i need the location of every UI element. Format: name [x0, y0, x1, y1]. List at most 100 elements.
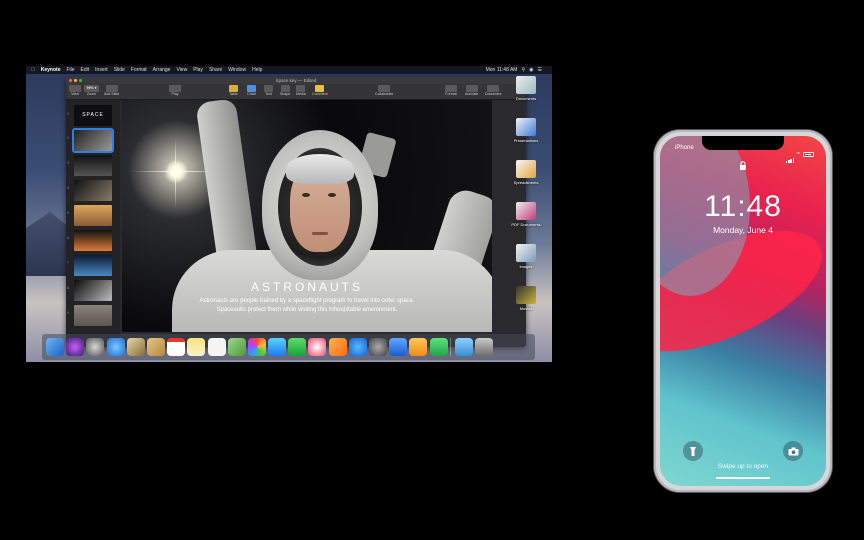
- images-icon: [516, 244, 536, 262]
- images-stack[interactable]: Images: [506, 244, 546, 269]
- eye: [302, 193, 310, 197]
- safari-icon[interactable]: [106, 338, 125, 356]
- slide-thumbnail[interactable]: SPACE: [74, 105, 112, 126]
- notification-center-icon[interactable]: ☰: [538, 66, 542, 74]
- menu-view[interactable]: View: [176, 66, 187, 74]
- slide-thumbnail[interactable]: [74, 230, 112, 251]
- menu-share[interactable]: Share: [209, 66, 222, 74]
- numbers-icon[interactable]: [429, 338, 448, 356]
- slide-thumbnail[interactable]: [74, 205, 112, 226]
- slide-body-text[interactable]: Astronauts are people trained by a space…: [122, 297, 492, 315]
- menu-help[interactable]: Help: [252, 66, 262, 74]
- menu-app-name[interactable]: Keynote: [41, 66, 61, 74]
- slide-canvas[interactable]: ASTRONAUTS Astronauts are people trained…: [122, 100, 492, 332]
- menu-clock[interactable]: Mon 11:48 AM: [486, 66, 518, 74]
- home-indicator[interactable]: [716, 477, 770, 479]
- pdf-documents-stack[interactable]: PDF Documents: [506, 202, 546, 227]
- siri-icon[interactable]: ◉: [529, 66, 533, 74]
- slide-number: 6: [67, 236, 69, 240]
- photos-icon[interactable]: [247, 338, 266, 356]
- format-button[interactable]: Format: [445, 85, 457, 97]
- books-icon[interactable]: [328, 338, 347, 356]
- view-button[interactable]: View: [69, 85, 81, 97]
- play-button[interactable]: Play: [169, 85, 181, 97]
- zoom-button-menu[interactable]: 99% ▾ Zoom: [84, 85, 99, 97]
- slide-thumbnail[interactable]: [74, 180, 112, 201]
- menu-insert[interactable]: Insert: [95, 66, 108, 74]
- collaborate-button[interactable]: Collaborate: [375, 85, 393, 97]
- title-bar: Space.key — Edited: [66, 77, 526, 84]
- menu-bar:  Keynote File Edit Insert Slide Format …: [26, 66, 552, 74]
- add-slide-button[interactable]: Add Slide: [104, 85, 119, 97]
- notes-icon[interactable]: [187, 338, 206, 356]
- mail-icon[interactable]: [126, 338, 145, 356]
- finder-icon[interactable]: [46, 338, 64, 356]
- menu-arrange[interactable]: Arrange: [153, 66, 171, 74]
- movies-stack[interactable]: Movies: [506, 286, 546, 311]
- shape-button[interactable]: Shape: [280, 85, 290, 97]
- flashlight-button[interactable]: [683, 441, 703, 461]
- menu-format[interactable]: Format: [131, 66, 147, 74]
- menu-file[interactable]: File: [66, 66, 74, 74]
- slide-number: 3: [67, 161, 69, 165]
- text-button[interactable]: Text: [264, 85, 273, 97]
- menu-play[interactable]: Play: [193, 66, 203, 74]
- spreadsheets-stack[interactable]: Spreadsheets: [506, 160, 546, 185]
- lock-time: 11:48: [704, 190, 782, 223]
- documents-stack[interactable]: Documents: [506, 76, 546, 101]
- slide-thumbnail[interactable]: [74, 155, 112, 176]
- slide-thumbnail[interactable]: [74, 305, 112, 326]
- table-button[interactable]: Table: [229, 85, 238, 97]
- comment-button[interactable]: Comment: [312, 85, 328, 97]
- facetime-icon[interactable]: [288, 338, 307, 356]
- stage:  Keynote File Edit Insert Slide Format …: [0, 0, 864, 540]
- pages-icon[interactable]: [409, 338, 428, 356]
- presentations-icon: [516, 118, 536, 136]
- dock-separator: [449, 338, 451, 356]
- search-icon[interactable]: ⚲: [521, 66, 525, 74]
- apple-icon[interactable]: : [31, 66, 35, 74]
- launchpad-icon[interactable]: [86, 338, 105, 356]
- media-button[interactable]: Media: [296, 85, 306, 97]
- trash-icon[interactable]: [474, 338, 493, 356]
- slide-number: 2: [67, 136, 69, 140]
- menu-slide[interactable]: Slide: [114, 66, 125, 74]
- presentations-stack[interactable]: Presentations: [506, 118, 546, 143]
- spreadsheets-icon: [516, 160, 536, 178]
- toolbar: View 99% ▾ Zoom Add Slide Play Table Char…: [66, 84, 526, 100]
- keynote-icon[interactable]: [389, 338, 408, 356]
- reminders-icon[interactable]: [207, 338, 226, 356]
- slide-number: 5: [67, 211, 69, 215]
- calendar-icon[interactable]: [167, 338, 186, 356]
- downloads-folder-icon[interactable]: [454, 338, 473, 356]
- slide-title[interactable]: ASTRONAUTS: [122, 280, 492, 294]
- animate-button[interactable]: Animate: [465, 85, 478, 97]
- mac-screen:  Keynote File Edit Insert Slide Format …: [26, 66, 552, 362]
- menu-edit[interactable]: Edit: [81, 66, 90, 74]
- maps-icon[interactable]: [227, 338, 246, 356]
- notch: [702, 136, 784, 150]
- documents-icon: [516, 76, 536, 94]
- iphone: iPhone ≈ 11:48 Monday, June 4 Swipe up t…: [654, 130, 832, 492]
- mouth: [312, 232, 328, 235]
- menu-window[interactable]: Window: [228, 66, 246, 74]
- app-store-icon[interactable]: [348, 338, 367, 356]
- slide-thumbnail[interactable]: [74, 280, 112, 301]
- music-icon[interactable]: [308, 338, 327, 356]
- slide-number: 4: [67, 186, 69, 190]
- system-preferences-icon[interactable]: [369, 338, 387, 356]
- siri-icon[interactable]: [66, 338, 85, 356]
- keynote-window: Space.key — Edited View 99% ▾ Zoom Add Sl…: [66, 77, 526, 347]
- messages-icon[interactable]: [268, 338, 287, 356]
- chart-button[interactable]: Chart: [247, 85, 256, 97]
- carrier-label: iPhone: [675, 145, 694, 151]
- camera-icon: [788, 447, 798, 455]
- lock-screen[interactable]: iPhone ≈ 11:48 Monday, June 4 Swipe up t…: [660, 136, 826, 486]
- astronaut-arm: [195, 100, 259, 272]
- slide-body-line: Spacesuits protect them while visiting t…: [216, 307, 398, 313]
- document-button[interactable]: Document: [485, 85, 501, 97]
- slide-thumbnail[interactable]: [74, 255, 112, 276]
- slide-thumbnail-selected[interactable]: [72, 128, 114, 153]
- camera-button[interactable]: [783, 441, 803, 461]
- contacts-icon[interactable]: [146, 338, 165, 356]
